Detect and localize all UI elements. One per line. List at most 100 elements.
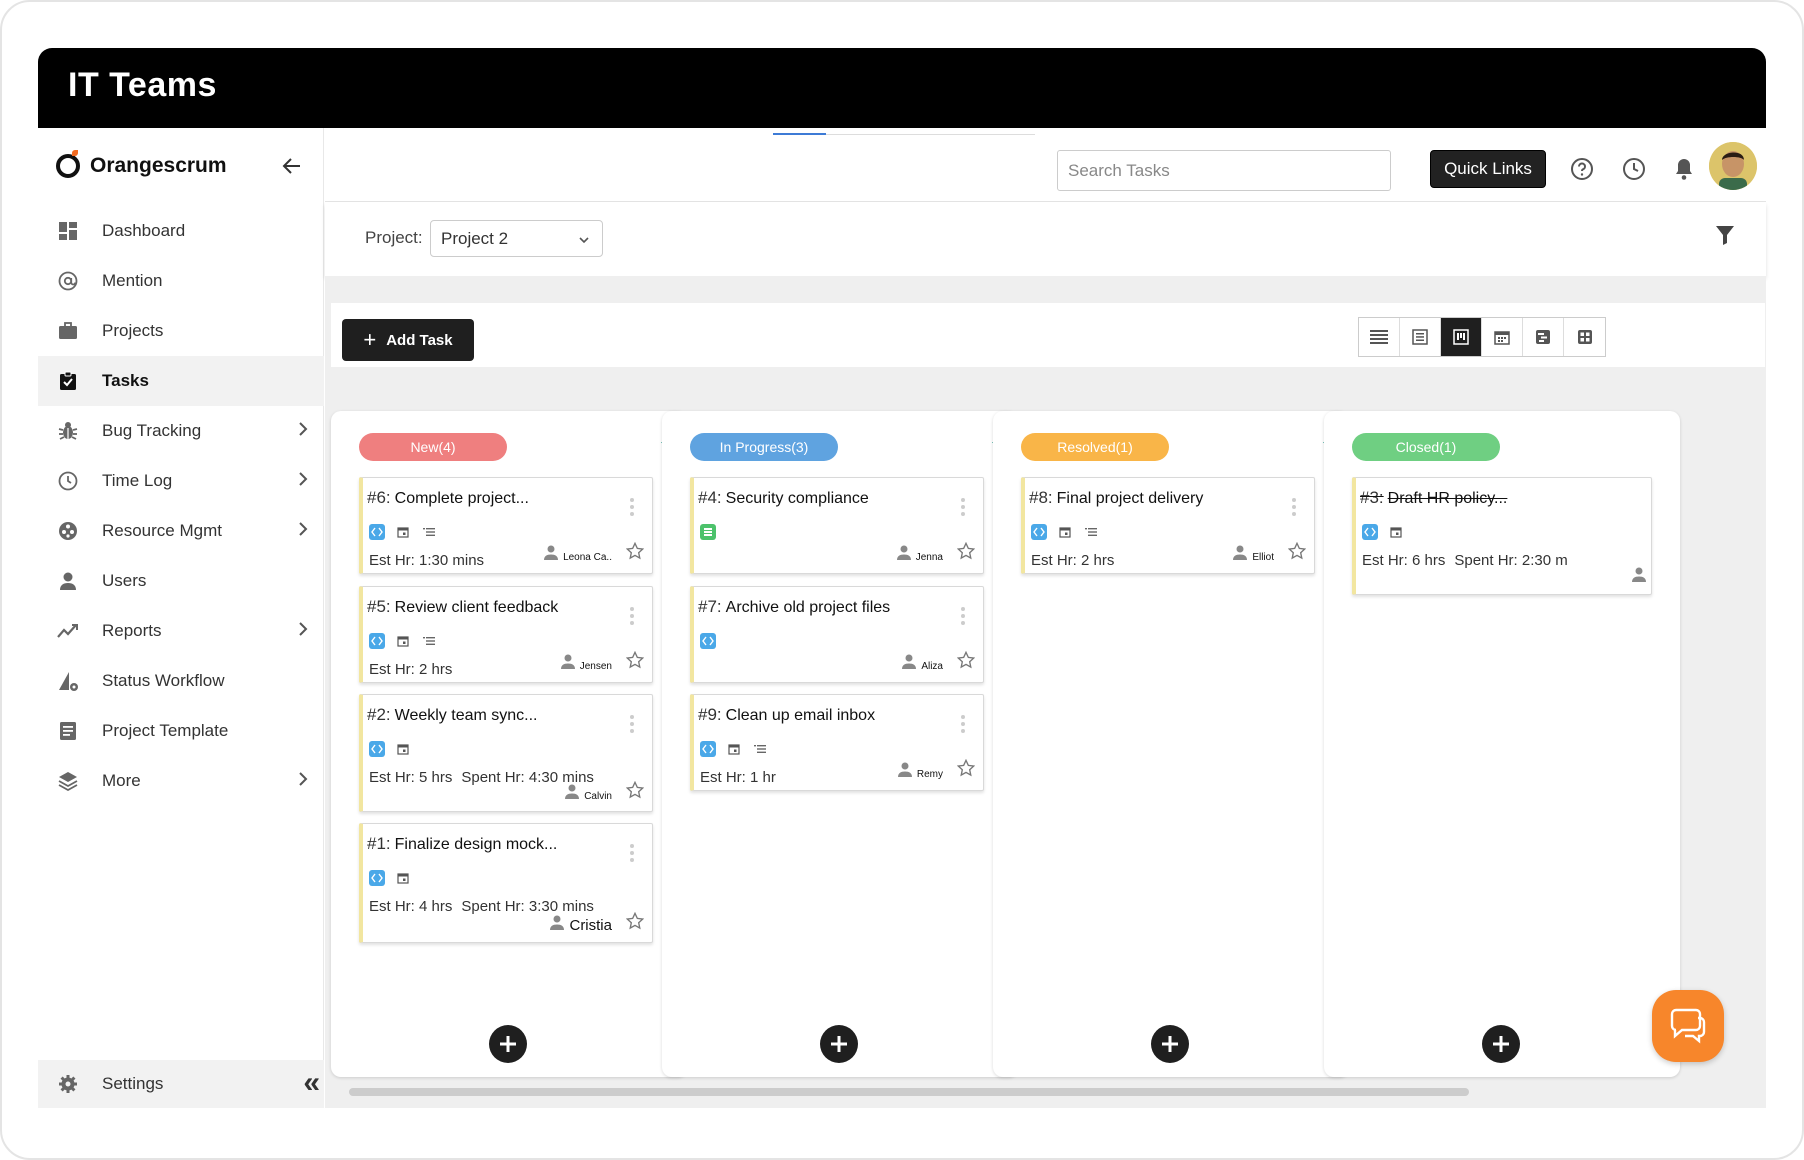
task-card[interactable]: #2: Weekly team sync... Est Hr: 5 hrs Spent… — [359, 694, 653, 812]
sidebar-item-label: Resource Mgmt — [102, 521, 222, 540]
task-card[interactable]: #5: Review client feedback Est Hr: 2 hrs Je… — [359, 586, 653, 683]
bell-icon[interactable] — [1671, 156, 1697, 182]
more-options-icon[interactable] — [630, 607, 634, 628]
star-icon[interactable] — [956, 650, 976, 673]
sidebar-item-settings[interactable]: Settings « — [38, 1060, 324, 1108]
chevron-right-icon[interactable] — [298, 621, 308, 642]
sidebar-item-time-log[interactable]: Time Log — [38, 456, 324, 506]
more-options-icon[interactable] — [961, 607, 965, 628]
task-number: #3: — [1360, 488, 1384, 507]
star-icon[interactable] — [1287, 541, 1307, 564]
sidebar-item-dashboard[interactable]: Dashboard — [38, 206, 324, 256]
grid-view-icon[interactable] — [1564, 318, 1605, 356]
task-title-text: Final project delivery — [1056, 490, 1204, 507]
estimated-hours: Est Hr: 1:30 mins — [369, 552, 485, 569]
add-card-button[interactable] — [489, 1025, 527, 1063]
plus-icon: + — [363, 327, 377, 352]
search-input[interactable] — [1057, 150, 1391, 191]
assignee[interactable]: Cristia — [549, 914, 612, 934]
more-options-icon[interactable] — [961, 715, 965, 736]
add-card-button[interactable] — [1151, 1025, 1189, 1063]
task-card[interactable]: #6: Complete project... Est Hr: 1:30 mins L… — [359, 477, 653, 574]
subtask-list-icon — [421, 524, 437, 540]
chevron-right-icon[interactable] — [298, 771, 308, 792]
task-title[interactable]: #9: Clean up email inbox — [698, 705, 875, 725]
star-icon[interactable] — [625, 541, 645, 564]
project-select[interactable]: Project 2 — [430, 220, 603, 257]
estimated-hours: Est Hr: 4 hrs — [369, 898, 453, 915]
more-options-icon[interactable] — [961, 498, 965, 519]
sidebar-item-users[interactable]: Users — [38, 556, 324, 606]
task-title[interactable]: #2: Weekly team sync... — [367, 705, 538, 725]
more-options-icon[interactable] — [630, 715, 634, 736]
assignee[interactable]: Jensen — [560, 653, 612, 672]
sidebar-item-more[interactable]: More — [38, 756, 324, 806]
task-title[interactable]: #4: Security compliance — [698, 488, 869, 508]
task-title[interactable]: #7: Archive old project files — [698, 597, 890, 617]
task-meta-icons — [1362, 524, 1414, 540]
task-card[interactable]: #3: Draft HR policy... Est Hr: 6 hrs Spent … — [1352, 477, 1652, 595]
star-icon[interactable] — [956, 758, 976, 781]
more-options-icon[interactable] — [1292, 498, 1296, 519]
star-icon[interactable] — [625, 780, 645, 803]
kanban-column: Resolved(1) #8: Final project delivery Est … — [993, 411, 1349, 1077]
compact-list-view-icon[interactable] — [1400, 318, 1441, 356]
star-icon[interactable] — [625, 650, 645, 673]
list-view-icon[interactable] — [1359, 318, 1400, 356]
horizontal-scrollbar[interactable] — [349, 1088, 1469, 1096]
assignee[interactable] — [1631, 566, 1651, 585]
filter-icon[interactable] — [1715, 224, 1735, 251]
sidebar-item-projects[interactable]: Projects — [38, 306, 324, 356]
arrow-left-icon[interactable] — [282, 156, 302, 177]
column-status-badge: Closed(1) — [1352, 433, 1500, 461]
sidebar-item-tasks[interactable]: Tasks — [38, 356, 324, 406]
star-icon[interactable] — [625, 911, 645, 934]
assignee[interactable]: Jenna — [896, 544, 943, 563]
kanban-view-icon[interactable] — [1441, 318, 1482, 356]
sidebar-item-status-workflow[interactable]: Status Workflow — [38, 656, 324, 706]
sidebar-item-project-template[interactable]: Project Template — [38, 706, 324, 756]
sidebar-item-reports[interactable]: Reports — [38, 606, 324, 656]
task-title[interactable]: #8: Final project delivery — [1029, 488, 1203, 508]
sidebar-item-bug-tracking[interactable]: Bug Tracking — [38, 406, 324, 456]
chevron-right-icon[interactable] — [298, 421, 308, 442]
sidebar-item-resource-mgmt[interactable]: Resource Mgmt — [38, 506, 324, 556]
avatar[interactable] — [1709, 142, 1757, 190]
quick-links-button[interactable]: Quick Links — [1430, 150, 1546, 188]
add-card-button[interactable] — [1482, 1025, 1520, 1063]
task-meta-icons — [369, 524, 447, 540]
gantt-view-icon[interactable] — [1523, 318, 1564, 356]
plus-icon — [1493, 1036, 1509, 1052]
chevron-right-icon[interactable] — [298, 521, 308, 542]
task-card[interactable]: #7: Archive old project files Aliza — [690, 586, 984, 683]
task-title[interactable]: #5: Review client feedback — [367, 597, 558, 617]
task-title[interactable]: #1: Finalize design mock... — [367, 834, 557, 854]
more-options-icon[interactable] — [630, 844, 634, 865]
more-options-icon[interactable] — [630, 498, 634, 519]
assignee[interactable]: Elliot — [1232, 544, 1274, 563]
calendar-view-icon[interactable] — [1482, 318, 1523, 356]
task-card[interactable]: #1: Finalize design mock... Est Hr: 4 hrs S… — [359, 823, 653, 943]
assignee[interactable]: Calvin — [564, 783, 612, 802]
chat-support-button[interactable] — [1652, 990, 1724, 1062]
help-icon[interactable] — [1569, 156, 1595, 182]
clock-icon[interactable] — [1621, 156, 1647, 182]
task-title[interactable]: #3: Draft HR policy... — [1360, 488, 1507, 508]
sidebar-item-mention[interactable]: Mention — [38, 256, 324, 306]
add-task-button[interactable]: + Add Task — [342, 319, 474, 361]
task-number: #4: — [698, 488, 722, 507]
task-title[interactable]: #6: Complete project... — [367, 488, 529, 508]
task-card[interactable]: #9: Clean up email inbox Est Hr: 1 hr Remy — [690, 694, 984, 791]
task-card[interactable]: #4: Security compliance Jenna — [690, 477, 984, 574]
assignee[interactable]: Leona Ca.. — [543, 544, 612, 563]
estimated-hours: Est Hr: 2 hrs — [1031, 552, 1115, 569]
assignee[interactable]: Remy — [897, 761, 943, 780]
task-card[interactable]: #8: Final project delivery Est Hr: 2 hrs El… — [1021, 477, 1315, 574]
header-progress-indicator — [773, 133, 826, 135]
star-icon[interactable] — [956, 541, 976, 564]
collapse-sidebar-icon[interactable]: « — [303, 1068, 320, 1098]
brand[interactable]: Orangescrum — [56, 144, 227, 188]
add-card-button[interactable] — [820, 1025, 858, 1063]
assignee[interactable]: Aliza — [901, 653, 943, 672]
chevron-right-icon[interactable] — [298, 471, 308, 492]
